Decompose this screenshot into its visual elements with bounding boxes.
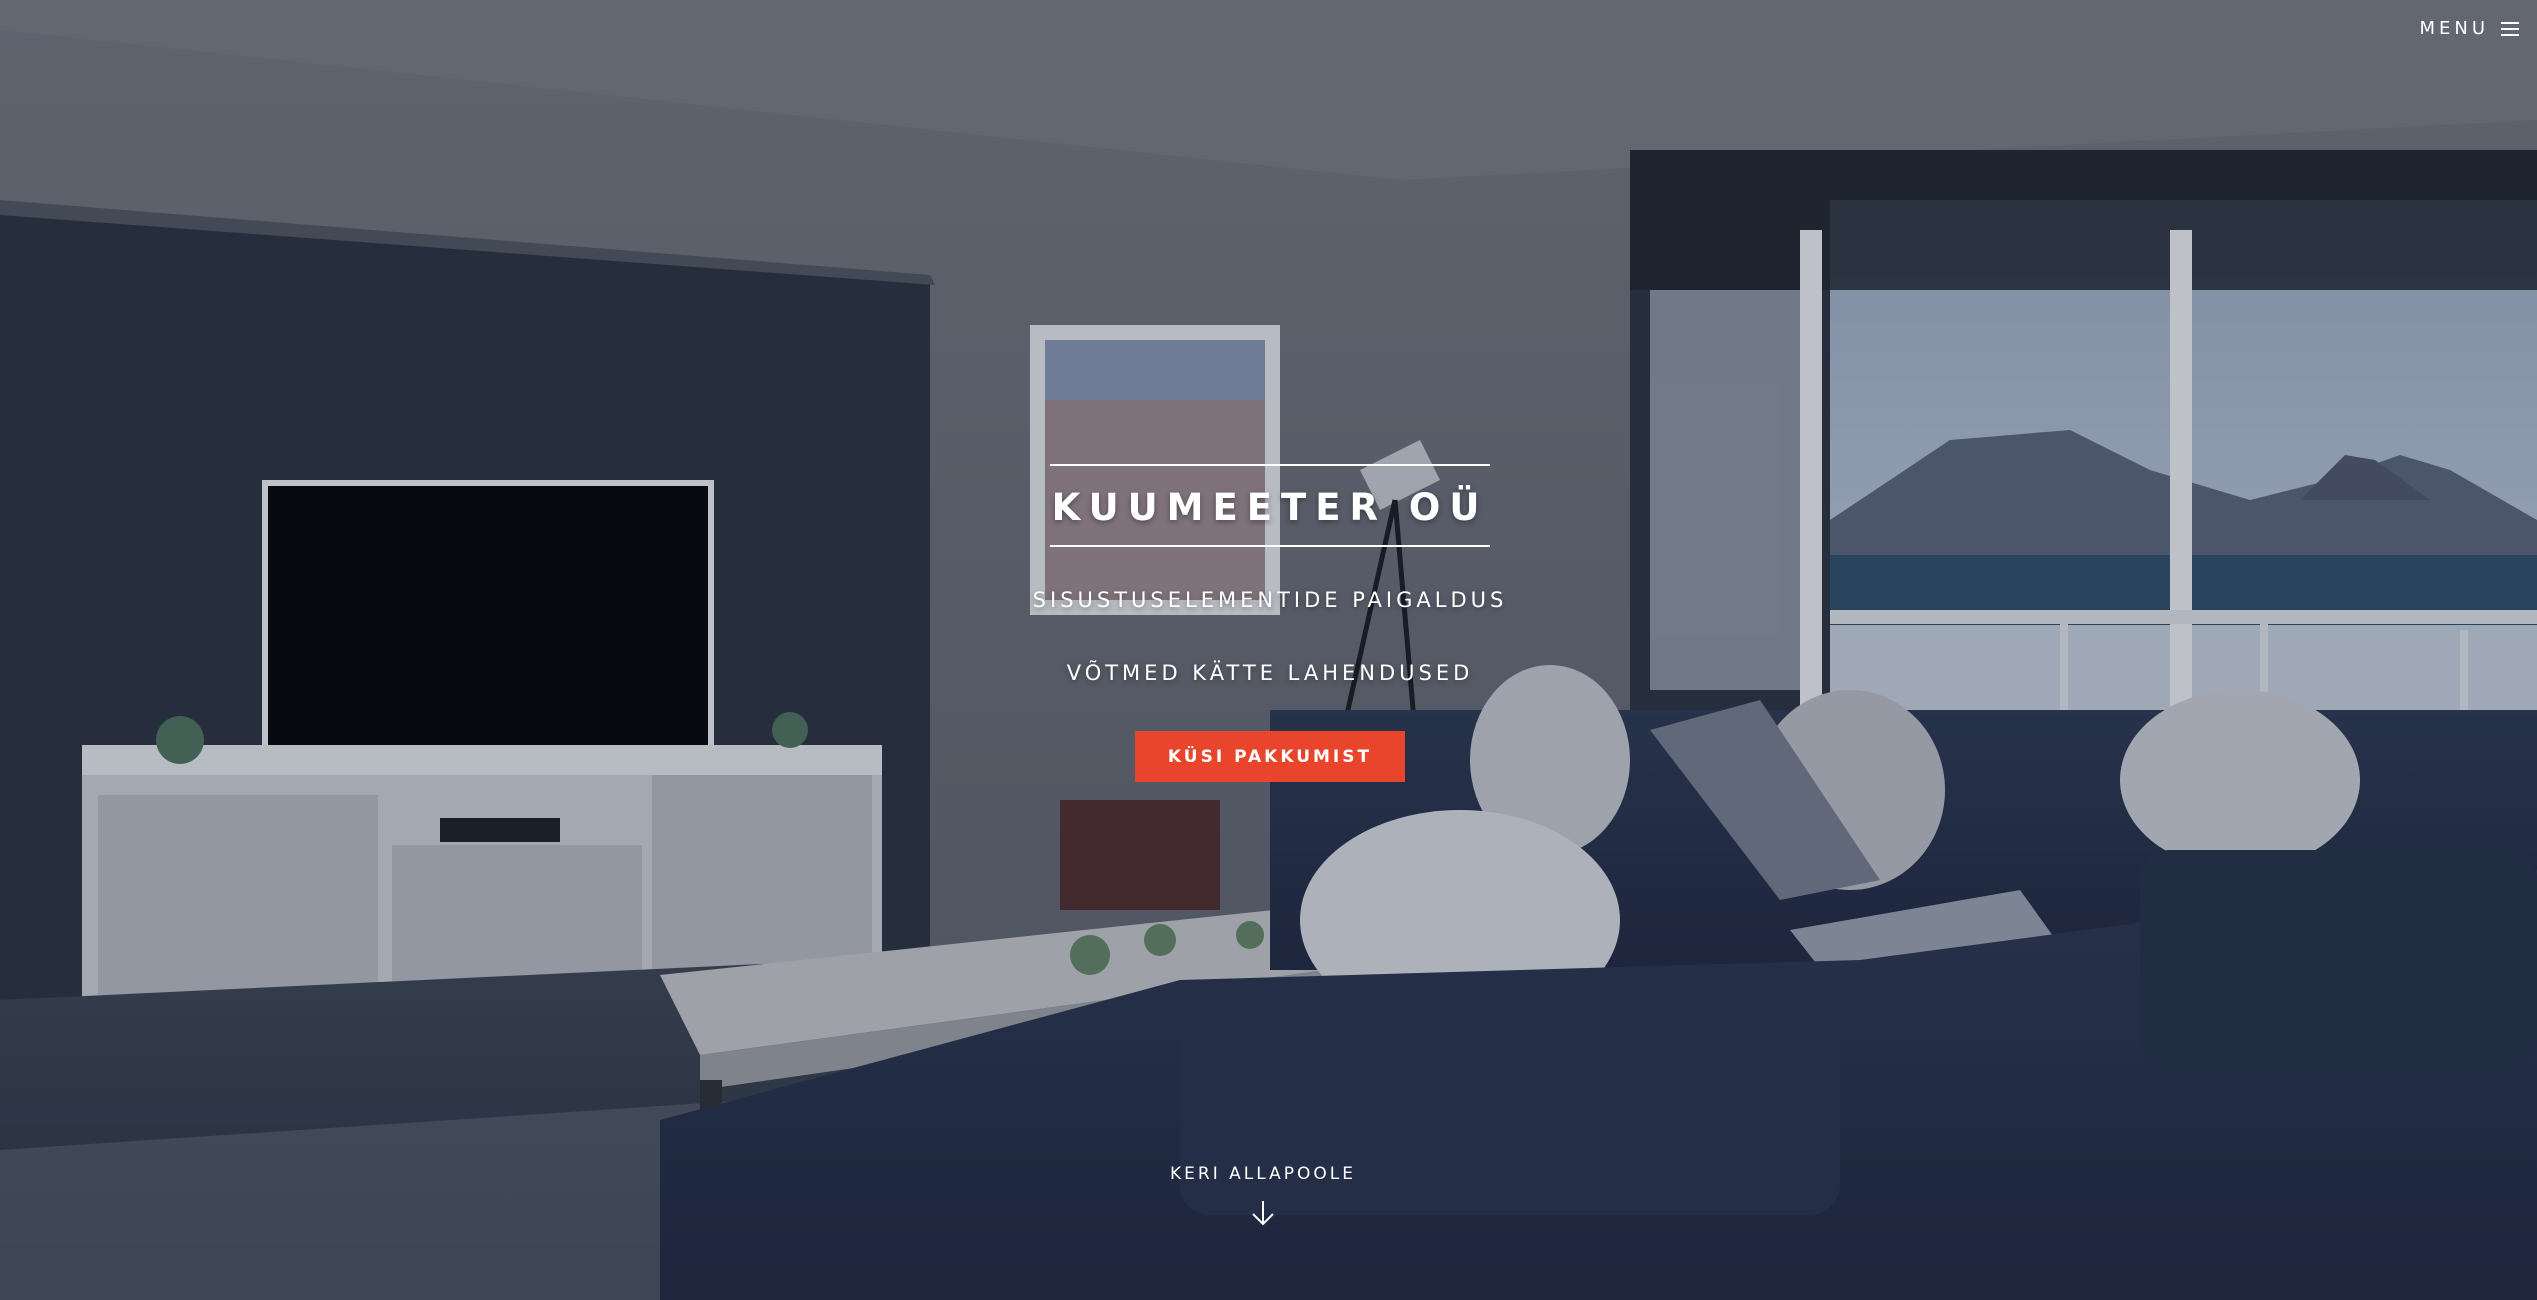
- company-title: KUUMEETER OÜ: [1051, 486, 1489, 529]
- scroll-down-link[interactable]: KERI ALLAPOOLE: [1163, 1164, 1363, 1228]
- hero-section: MENU KUUMEETER OÜ SISUSTUSELEMENTIDE PAI…: [0, 0, 2537, 1300]
- menu-label: MENU: [2419, 18, 2489, 39]
- request-quote-button[interactable]: KÜSI PAKKUMIST: [1135, 731, 1405, 782]
- hamburger-icon: [2501, 21, 2519, 36]
- scroll-down-label: KERI ALLAPOOLE: [1170, 1164, 1356, 1184]
- title-bottom-rule: [1050, 545, 1490, 547]
- dark-overlay: [0, 0, 2537, 1300]
- hero-subtitle-services: SISUSTUSELEMENTIDE PAIGALDUS: [1032, 588, 1508, 612]
- hero-subtitle-solutions: VÕTMED KÄTTE LAHENDUSED: [1066, 661, 1474, 685]
- arrow-down-icon: [1252, 1201, 1274, 1226]
- menu-button[interactable]: MENU: [2419, 18, 2519, 39]
- hero-content: KUUMEETER OÜ SISUSTUSELEMENTIDE PAIGALDU…: [1033, 464, 1503, 782]
